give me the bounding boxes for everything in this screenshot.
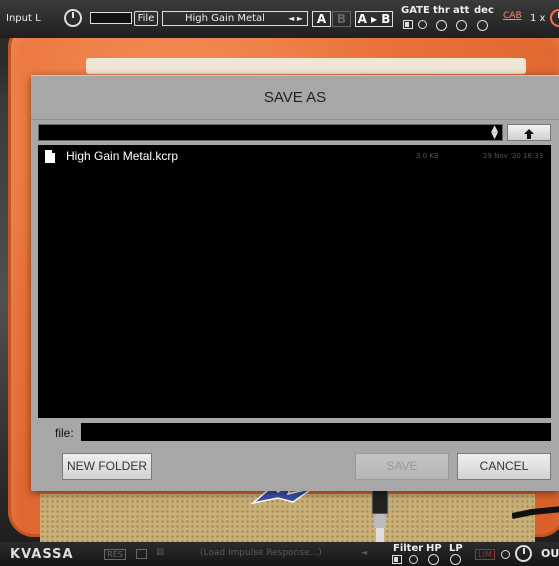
gate-label: GATE — [401, 5, 430, 16]
folder-icon[interactable] — [136, 549, 147, 559]
gate-decay-label: dec — [474, 5, 494, 16]
output-volume-knob[interactable] — [515, 545, 532, 562]
bottom-toolbar: KVASSA RES ⊠ (Load Impulse Response...) … — [0, 542, 559, 566]
gate-attenuation-knob[interactable] — [456, 20, 467, 31]
copy-a-to-b-button[interactable]: A ▸ B — [355, 11, 393, 27]
file-menu-button[interactable]: File — [134, 11, 158, 26]
folder-path-dropdown[interactable]: ▲ ▼ — [38, 124, 503, 141]
file-document-icon — [45, 150, 55, 163]
amp-control-panel — [86, 58, 526, 74]
gate-decay-knob[interactable] — [477, 20, 488, 31]
brand-logo: KVASSA — [10, 547, 74, 562]
input-gain-knob[interactable] — [64, 9, 82, 27]
file-item-name: High Gain Metal.kcrp — [66, 149, 179, 163]
oversampling-label[interactable]: 1 x — [530, 13, 545, 24]
resonance-button[interactable]: RES — [104, 549, 126, 560]
input-level-meter — [90, 12, 132, 24]
preset-name: High Gain Metal — [185, 13, 265, 24]
file-list-item[interactable]: High Gain Metal.kcrp 3.0 KB 29 Nov '20 1… — [38, 148, 551, 164]
output-drive-knob[interactable] — [550, 9, 559, 27]
output-label: OU — [541, 547, 559, 560]
file-item-size: 3.0 KB — [416, 152, 439, 160]
dialog-title: SAVE AS — [263, 89, 327, 106]
file-browser-list[interactable]: High Gain Metal.kcrp 3.0 KB 29 Nov '20 1… — [38, 145, 551, 418]
gate-led-icon — [418, 20, 427, 29]
impulse-response-field[interactable]: (Load Impulse Response...) — [200, 548, 322, 558]
guitar-cable-image — [371, 484, 389, 544]
filter-label: Filter — [393, 543, 424, 554]
gate-threshold-label: thr — [433, 5, 450, 16]
save-button[interactable]: SAVE — [355, 453, 449, 480]
limiter-button[interactable]: LIM — [475, 549, 495, 560]
gate-threshold-knob[interactable] — [436, 20, 447, 31]
gate-toggle-switch[interactable] — [403, 20, 413, 29]
filter-toggle-switch[interactable] — [392, 555, 402, 564]
ir-prev-arrow-icon[interactable]: ◄ — [361, 548, 367, 557]
preset-b-button[interactable]: B — [332, 11, 351, 27]
input-channel-label: Input L — [6, 13, 41, 24]
gate-attenuation-label: att — [453, 5, 470, 16]
file-item-date: 29 Nov '20 16:33 — [483, 152, 544, 160]
dialog-divider — [31, 119, 559, 120]
cab-toggle-button[interactable]: CAB — [503, 11, 522, 21]
top-toolbar: Input L File High Gain Metal ◄ ► A B A ▸… — [0, 0, 559, 38]
dropdown-arrows-icon: ▲ ▼ — [491, 124, 498, 141]
guitar-cable-right-image — [512, 506, 559, 519]
preset-prev-next-arrows[interactable]: ◄ ► — [288, 12, 303, 25]
lowpass-label: LP — [449, 543, 463, 554]
highpass-label: HP — [426, 543, 442, 554]
lowpass-knob[interactable] — [450, 554, 461, 565]
preset-selector[interactable]: High Gain Metal ◄ ► — [162, 11, 308, 26]
up-arrow-icon — [524, 129, 534, 139]
filename-label: file: — [55, 426, 74, 440]
save-as-dialog: SAVE AS ▲ ▼ High Gain Metal.kcrp 3.0 KB 2… — [31, 75, 559, 491]
filename-input[interactable] — [81, 423, 551, 441]
highpass-knob[interactable] — [428, 554, 439, 565]
limiter-led-icon — [501, 550, 510, 559]
parent-folder-button[interactable] — [507, 124, 551, 141]
new-folder-button[interactable]: NEW FOLDER — [62, 453, 152, 480]
filter-led-icon — [409, 555, 418, 564]
preset-a-button[interactable]: A — [312, 11, 331, 27]
clear-ir-icon[interactable]: ⊠ — [156, 547, 164, 558]
cancel-button[interactable]: CANCEL — [457, 453, 551, 480]
